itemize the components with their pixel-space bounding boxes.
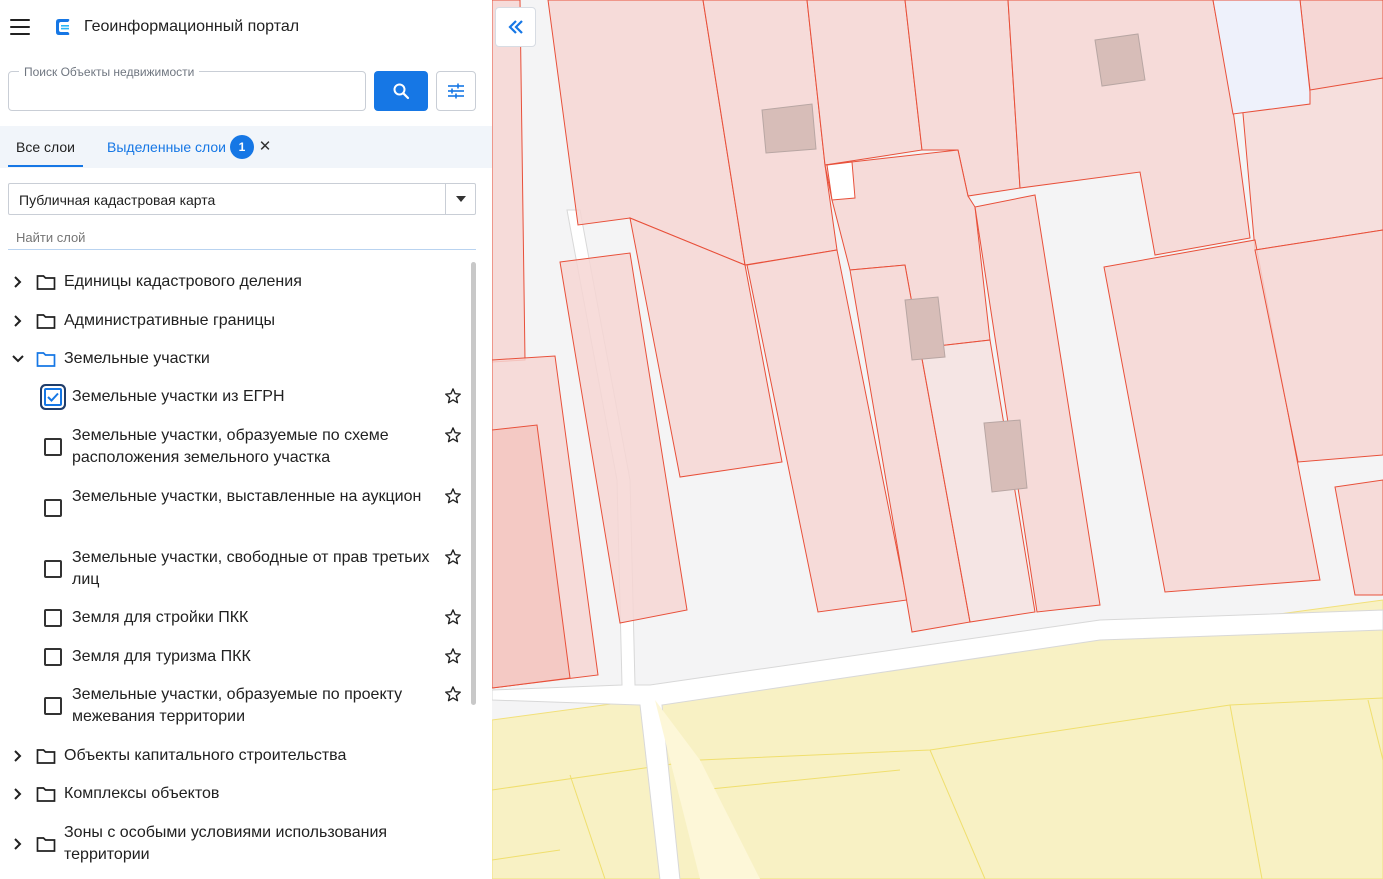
search-icon — [393, 83, 410, 100]
chevron-right-icon[interactable] — [10, 274, 26, 290]
chevron-right-icon[interactable] — [10, 836, 26, 852]
chevron-down-icon[interactable] — [10, 351, 26, 367]
tree-group-label: Административные границы — [64, 312, 276, 329]
tree-group[interactable]: Единицы кадастрового деления — [0, 270, 470, 294]
tree-group[interactable]: Зоны с особыми условиями использования т… — [0, 821, 470, 867]
double-chevron-left-icon — [507, 20, 523, 34]
map-layer[interactable] — [492, 0, 1383, 879]
tree-group[interactable]: Административные границы — [0, 309, 470, 333]
layer-item: Земельные участки из ЕГРН — [0, 385, 470, 409]
chevron-right-icon[interactable] — [10, 748, 26, 764]
app-root: Геоинформационный портал Поиск Объекты н… — [0, 0, 1383, 879]
layer-label: Земля для стройки ПКК — [72, 609, 249, 626]
layer-label: Земельные участки, образуемые по схеме р… — [72, 427, 389, 466]
star-icon[interactable] — [444, 548, 462, 566]
layer-label: Земля для туризма ПКК — [72, 648, 251, 665]
layer-item: Земля для туризма ПКК — [0, 645, 470, 669]
tree-scrollbar[interactable] — [471, 262, 476, 705]
basemap-select[interactable]: Публичная кадастровая карта — [8, 183, 476, 215]
layer-checkbox[interactable] — [44, 560, 62, 578]
layer-label: Земельные участки из ЕГРН — [72, 388, 285, 405]
chevron-right-icon[interactable] — [10, 313, 26, 329]
portal-logo-icon — [56, 19, 70, 35]
layer-item: Земельные участки, образуемые по проекту… — [0, 683, 470, 729]
star-icon[interactable] — [444, 487, 462, 505]
tree-group-label: Земельные участки — [64, 350, 210, 367]
star-icon[interactable] — [444, 685, 462, 703]
star-icon[interactable] — [444, 387, 462, 405]
search-label: Поиск Объекты недвижимости — [19, 65, 200, 79]
header: Геоинформационный портал — [0, 0, 492, 56]
dropdown-arrow-icon[interactable] — [445, 184, 475, 214]
layer-item: Земельные участки, образуемые по схеме р… — [0, 424, 470, 470]
tree-group-expanded[interactable]: Земельные участки — [0, 347, 470, 371]
tree-group[interactable]: Объекты капитального строительства — [0, 744, 470, 768]
map-canvas[interactable] — [492, 0, 1383, 879]
star-icon[interactable] — [444, 647, 462, 665]
layer-item: Земельные участки, свободные от прав тре… — [0, 546, 470, 592]
layer-label: Земельные участки, образуемые по проекту… — [72, 686, 403, 725]
layer-checkbox[interactable] — [44, 388, 62, 406]
layer-item: Земля для стройки ПКК — [0, 606, 470, 630]
tree-group-label: Комплексы объектов — [64, 785, 220, 802]
folder-open-icon — [36, 352, 56, 367]
filter-settings-button[interactable] — [436, 71, 476, 111]
tree-group-label: Объекты капитального строительства — [64, 747, 347, 764]
chevron-right-icon[interactable] — [10, 786, 26, 802]
menu-icon[interactable] — [10, 19, 30, 35]
layer-checkbox[interactable] — [44, 648, 62, 666]
layer-label: Земельные участки, свободные от прав тре… — [72, 549, 430, 588]
folder-icon — [36, 749, 56, 764]
star-icon[interactable] — [444, 426, 462, 444]
layer-search — [8, 226, 476, 250]
layer-label: Земельные участки, выставленные на аукци… — [72, 488, 422, 505]
folder-icon — [36, 314, 56, 329]
clear-selected-button[interactable]: ✕ — [257, 137, 273, 157]
sidebar: Геоинформационный портал Поиск Объекты н… — [0, 0, 492, 879]
star-icon[interactable] — [444, 608, 462, 626]
tab-selected-layers[interactable]: Выделенные слои — [107, 126, 226, 168]
basemap-select-value: Публичная кадастровая карта — [19, 192, 216, 208]
folder-icon — [36, 787, 56, 802]
layer-checkbox[interactable] — [44, 609, 62, 627]
selected-count-badge: 1 — [230, 135, 254, 159]
tab-all-layers[interactable]: Все слои — [8, 126, 83, 167]
layer-checkbox[interactable] — [44, 697, 62, 715]
layer-search-input[interactable] — [8, 226, 476, 249]
search-field: Поиск Объекты недвижимости — [8, 65, 366, 111]
folder-icon — [36, 837, 56, 852]
filter-settings-icon — [448, 83, 464, 99]
tree-group-label: Единицы кадастрового деления — [64, 273, 302, 290]
tree-group[interactable]: Комплексы объектов — [0, 782, 470, 806]
collapse-sidebar-button[interactable] — [495, 7, 536, 47]
layer-checkbox[interactable] — [44, 499, 62, 517]
check-icon — [47, 392, 59, 402]
layer-checkbox[interactable] — [44, 438, 62, 456]
layer-item: Земельные участки, выставленные на аукци… — [0, 485, 470, 531]
page-title: Геоинформационный портал — [84, 18, 300, 35]
tree-group-label: Зоны с особыми условиями использования т… — [64, 824, 388, 863]
folder-icon — [36, 275, 56, 290]
search-button[interactable] — [374, 71, 428, 111]
